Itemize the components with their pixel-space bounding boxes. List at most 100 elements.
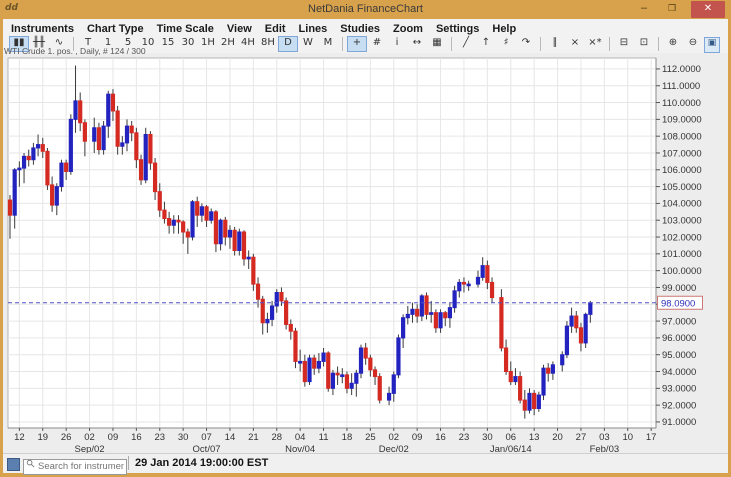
svg-text:16: 16: [435, 432, 446, 443]
svg-text:30: 30: [482, 432, 493, 443]
window-title: NetDania FinanceChart: [308, 3, 423, 15]
timescale-w-button[interactable]: W: [298, 36, 318, 52]
svg-text:09: 09: [412, 432, 423, 443]
svg-text:111.0000: 111.0000: [662, 81, 700, 92]
svg-text:110.0000: 110.0000: [662, 98, 701, 109]
svg-text:102.0000: 102.0000: [662, 232, 702, 243]
svg-text:94.0000: 94.0000: [662, 367, 696, 378]
svg-text:95.0000: 95.0000: [662, 350, 696, 361]
svg-text:06: 06: [505, 432, 516, 443]
svg-text:97.0000: 97.0000: [662, 316, 696, 327]
toolbar-separator: [609, 37, 610, 51]
timescale-8h-button[interactable]: 8H: [258, 36, 278, 52]
print-icon-button[interactable]: ⊟: [614, 36, 634, 52]
toolbar-separator: [540, 37, 541, 51]
status-bar: 29 Jan 2014 19:00:00 EST: [3, 453, 728, 475]
toolbar-separator: [451, 37, 452, 51]
svg-text:104.0000: 104.0000: [662, 199, 702, 210]
svg-text:28: 28: [271, 432, 282, 443]
svg-text:10: 10: [622, 432, 633, 443]
window-titlebar[interactable]: dd NetDania FinanceChart – ❒ ✕: [0, 0, 731, 19]
connection-status-icon: [7, 458, 20, 471]
y-axis-labels: 91.0000 92.0000 93.0000 94.0000 95.0000 96.00…: [656, 64, 702, 428]
svg-text:02: 02: [84, 432, 95, 443]
svg-text:98.0900: 98.0900: [661, 298, 695, 309]
zoom-out-icon-button[interactable]: ⊖: [683, 36, 703, 52]
timescale-30-button[interactable]: 30: [178, 36, 198, 52]
svg-text:25: 25: [365, 432, 376, 443]
timescale-d-button[interactable]: D: [278, 36, 298, 52]
plot-area[interactable]: [7, 57, 657, 429]
svg-text:106.0000: 106.0000: [662, 165, 702, 176]
scroll-horizontal-icon-button[interactable]: ↔: [407, 36, 427, 52]
svg-text:11: 11: [319, 432, 329, 443]
chart-canvas[interactable]: 91.0000 92.0000 93.0000 94.0000 95.0000 96.00…: [0, 54, 731, 453]
pitchfork-icon-button[interactable]: ♯: [496, 36, 516, 52]
parallel-lines-icon-button[interactable]: ∥: [545, 36, 565, 52]
svg-text:12: 12: [14, 432, 25, 443]
crosshair-icon-button[interactable]: +: [347, 36, 367, 52]
search-field-wrap: [23, 456, 127, 475]
toolbar-separator: [342, 37, 343, 51]
svg-text:20: 20: [552, 432, 563, 443]
svg-text:107.0000: 107.0000: [662, 148, 702, 159]
menu-bar: Instruments Chart Type Time Scale View Edit L…: [3, 19, 728, 35]
svg-text:91.0000: 91.0000: [662, 417, 696, 428]
chart-instrument-label: WTI Crude 1. pos. , Daily, # 124 / 300: [4, 46, 146, 56]
print-preview-icon-button[interactable]: ⊡: [634, 36, 654, 52]
panel-toggle-button[interactable]: ▣: [704, 37, 720, 53]
info-icon-button[interactable]: i: [387, 36, 407, 52]
svg-text:109.0000: 109.0000: [662, 115, 702, 126]
svg-text:02: 02: [388, 432, 399, 443]
svg-text:18: 18: [342, 432, 353, 443]
x-axis-labels: 12 19 26 02 09 16 23 30 07 14 21 28 04 11 18 25 02 09 16 23…: [14, 428, 656, 453]
svg-text:26: 26: [61, 432, 72, 443]
status-divider: [128, 456, 129, 470]
fibonacci-icon-button[interactable]: ↷: [516, 36, 536, 52]
svg-text:103.0000: 103.0000: [662, 216, 702, 227]
svg-text:Jan/06/14: Jan/06/14: [490, 444, 532, 453]
trendline-icon-button[interactable]: ╱: [456, 36, 476, 52]
svg-text:21: 21: [248, 432, 259, 443]
toolbar-separator: [658, 37, 659, 51]
svg-text:23: 23: [154, 432, 165, 443]
svg-text:03: 03: [599, 432, 610, 443]
timescale-m-button[interactable]: M: [318, 36, 338, 52]
svg-text:108.0000: 108.0000: [662, 131, 702, 142]
svg-text:92.0000: 92.0000: [662, 400, 696, 411]
current-price-label: 98.0900: [657, 295, 703, 310]
svg-text:07: 07: [201, 432, 212, 443]
arrow-annotation-icon-button[interactable]: ↑: [476, 36, 496, 52]
delete-all-icon-button[interactable]: ×*: [585, 36, 605, 52]
svg-text:100.0000: 100.0000: [662, 266, 702, 277]
svg-text:27: 27: [576, 432, 587, 443]
svg-text:16: 16: [131, 432, 142, 443]
svg-text:112.0000: 112.0000: [662, 64, 701, 75]
grid-icon-button[interactable]: #: [367, 36, 387, 52]
timescale-1h-button[interactable]: 1H: [198, 36, 218, 52]
svg-text:04: 04: [295, 432, 306, 443]
svg-text:96.0000: 96.0000: [662, 333, 696, 344]
svg-text:99.0000: 99.0000: [662, 283, 696, 294]
minimize-button[interactable]: –: [633, 0, 655, 17]
delete-study-icon-button[interactable]: ×: [565, 36, 585, 52]
svg-text:23: 23: [459, 432, 470, 443]
timescale-15-button[interactable]: 15: [158, 36, 178, 52]
mini-chart-icon-button[interactable]: ▦: [427, 36, 447, 52]
zoom-in-icon-button[interactable]: ⊕: [663, 36, 683, 52]
svg-text:Sep/02: Sep/02: [74, 444, 104, 453]
svg-text:Oct/07: Oct/07: [193, 444, 221, 453]
maximize-button[interactable]: ❒: [661, 0, 683, 17]
svg-text:14: 14: [225, 432, 236, 443]
timescale-4h-button[interactable]: 4H: [238, 36, 258, 52]
svg-text:Feb/03: Feb/03: [590, 444, 620, 453]
svg-text:13: 13: [529, 432, 540, 443]
svg-text:30: 30: [178, 432, 189, 443]
search-input[interactable]: [23, 458, 127, 475]
svg-text:19: 19: [37, 432, 48, 443]
svg-text:105.0000: 105.0000: [662, 182, 702, 193]
close-button[interactable]: ✕: [691, 1, 725, 18]
svg-text:Dec/02: Dec/02: [379, 444, 409, 453]
timescale-2h-button[interactable]: 2H: [218, 36, 238, 52]
svg-text:Nov/04: Nov/04: [285, 444, 315, 453]
